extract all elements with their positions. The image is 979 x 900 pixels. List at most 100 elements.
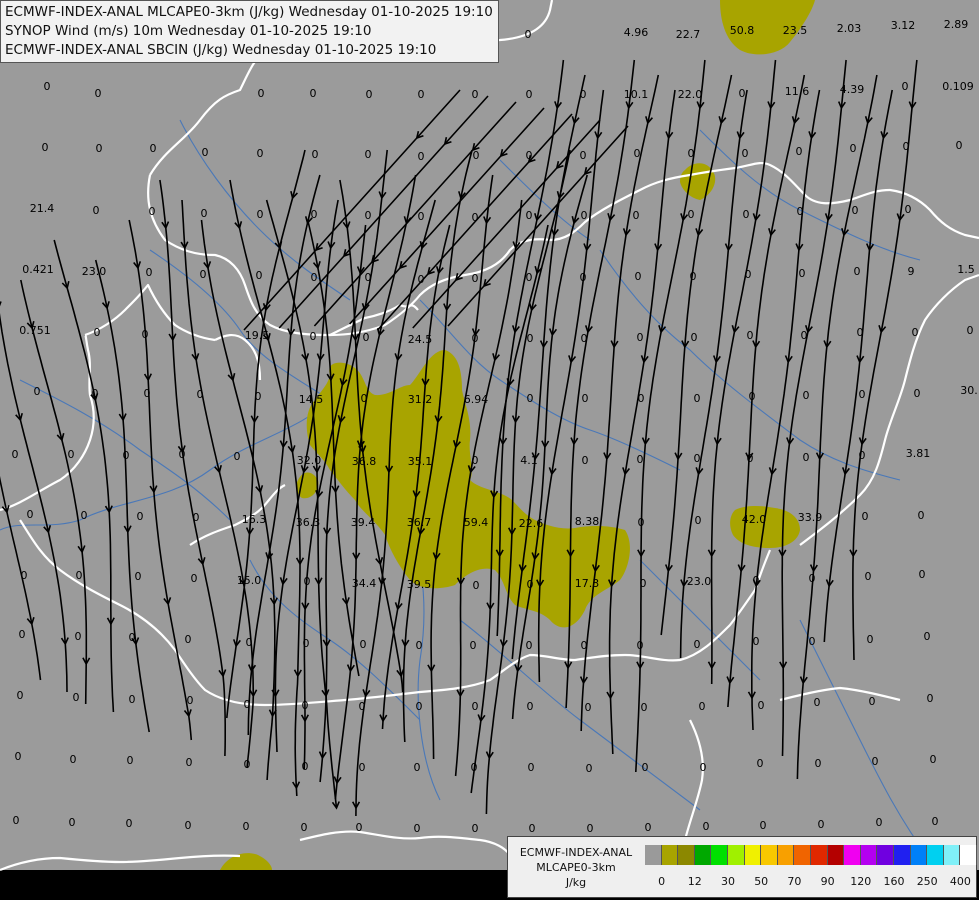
sbcin-value-label: 0 [135,570,142,583]
sbcin-value-label: 0 [803,451,810,464]
sbcin-value-label: 0 [859,449,866,462]
sbcin-value-label: 0 [582,454,589,467]
legend-ticks: 0 12 30 50 70 90 120 160 250 400 [645,875,975,889]
sbcin-value-label: 0 [146,266,153,279]
legend-tick-label: 12 [687,875,702,888]
sbcin-value-label: 0 [760,819,767,832]
sbcin-value-label: 0 [527,578,534,591]
sbcin-value-label: 0 [586,762,593,775]
sbcin-value-label: 0 [633,209,640,222]
sbcin-value-label: 0 [527,392,534,405]
sbcin-value-label: 0 [185,633,192,646]
legend-tick-label: 120 [850,875,872,888]
sbcin-value-label: 15.0 [237,574,262,587]
sbcin-value-label: 0 [73,691,80,704]
sbcin-value-label: 3.81 [906,447,931,460]
sbcin-value-label: 0 [365,209,372,222]
sbcin-value-label: 8.38 [575,515,600,528]
legend-swatch [927,845,944,865]
sbcin-value-label: 0 [311,208,318,221]
sbcin-value-label: 22.7 [676,28,701,41]
sbcin-value-label: 24.5 [408,333,433,346]
legend-tick-label: 0 [658,875,666,888]
sbcin-value-label: 0 [472,332,479,345]
sbcin-value-label: 0 [930,753,937,766]
sbcin-value-label: 0 [850,142,857,155]
sbcin-value-label: 0 [700,761,707,774]
sbcin-value-label: 0 [694,638,701,651]
sbcin-value-label: 22.0 [678,88,703,101]
sbcin-value-label: 4.1 [520,454,538,467]
sbcin-value-label: 59.4 [464,516,489,529]
legend-swatch [711,845,728,865]
sbcin-value-label: 0 [137,510,144,523]
sbcin-value-label: 0 [366,88,373,101]
sbcin-value-label: 0 [859,388,866,401]
sbcin-value-label: 0 [638,392,645,405]
sbcin-value-label: 9 [908,265,915,278]
sbcin-value-label: 0 [919,568,926,581]
legend-swatch [827,845,845,865]
sbcin-value-label: 0 [42,141,49,154]
sbcin-value-label: 0 [526,639,533,652]
sbcin-value-label: 0 [527,700,534,713]
sbcin-value-label: 0 [699,700,706,713]
sbcin-value-label: 0 [690,270,697,283]
sbcin-value-label: 0 [914,387,921,400]
legend-swatch [727,845,745,865]
sbcin-value-label: 50.8 [730,24,755,37]
sbcin-value-label: 0 [472,88,479,101]
sbcin-value-label: 0 [142,328,149,341]
sbcin-value-label: 0 [312,148,319,161]
sbcin-value-label: 2.03 [837,22,862,35]
legend-title: ECMWF-INDEX-ANAL MLCAPE0-3km J/kg [512,845,640,890]
sbcin-value-label: 0 [903,140,910,153]
sbcin-value-label: 10.1 [624,88,649,101]
sbcin-value-label: 4.39 [840,83,865,96]
legend-swatch [943,845,961,865]
sbcin-value-label: 0 [581,332,588,345]
sbcin-value-label: 0 [302,760,309,773]
sbcin-value-label: 0 [585,701,592,714]
sbcin-value-label: 0 [526,271,533,284]
sbcin-value-label: 0 [526,88,533,101]
sbcin-value-label: 0 [580,271,587,284]
sbcin-value-label: 0 [244,698,251,711]
sbcin-value-label: 0 [144,387,151,400]
sbcin-value-label: 0 [361,392,368,405]
sbcin-value-label: 0 [529,822,536,835]
sbcin-value-label: 0 [472,211,479,224]
sbcin-value-label: 0 [749,390,756,403]
sbcin-value-label: 0 [187,694,194,707]
sbcin-value-label: 0 [924,630,931,643]
sbcin-value-label: 0 [81,509,88,522]
legend-swatch [960,845,977,865]
sbcin-value-label: 0 [200,268,207,281]
sbcin-value-label: 0 [304,575,311,588]
sbcin-value-label: 0 [634,147,641,160]
sbcin-value-label: 0 [472,822,479,835]
sbcin-value-label: 0 [854,265,861,278]
sbcin-value-label: 0 [528,761,535,774]
sbcin-value-label: 0 [747,329,754,342]
sbcin-value-label: 0 [310,87,317,100]
sbcin-value-label: 0 [356,821,363,834]
sbcin-value-label: 0 [796,145,803,158]
sbcin-value-label: 0 [244,758,251,771]
sbcin-value-label: 0 [637,639,644,652]
sbcin-value-label: 30. [960,384,978,397]
sbcin-value-label: 0 [149,205,156,218]
sbcin-value-label: 0 [797,205,804,218]
sbcin-value-label: 22.6 [519,517,544,530]
sbcin-value-label: 0 [363,331,370,344]
title-line-wind: SYNOP Wind (m/s) 10m Wednesday 01-10-202… [5,23,372,39]
sbcin-value-label: 0 [862,510,869,523]
legend-swatch [910,845,928,865]
sbcin-value-label: 36.7 [407,516,432,529]
sbcin-value-label: 17.3 [575,577,600,590]
legend-swatch [794,845,811,865]
sbcin-value-label: 0 [76,569,83,582]
sbcin-value-label: 42.0 [742,513,767,526]
sbcin-value-label: 0 [753,635,760,648]
sbcin-value-label: 0 [745,268,752,281]
